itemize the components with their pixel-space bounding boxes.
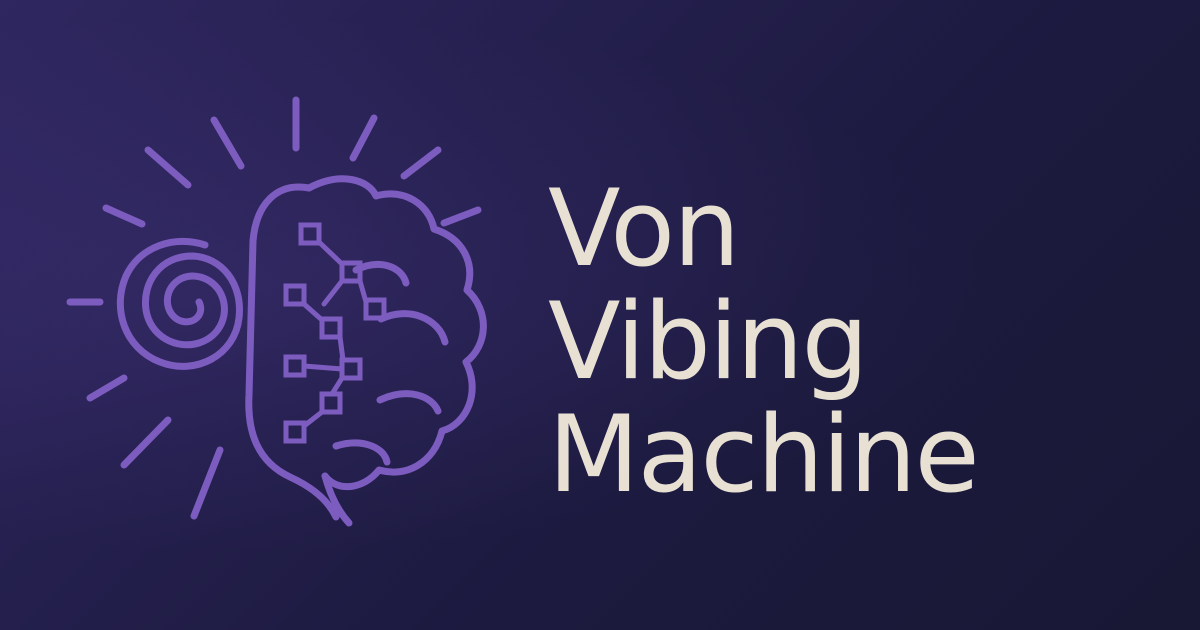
ray-lower-left bbox=[86, 374, 128, 402]
spiral-path bbox=[116, 237, 243, 370]
circuit-link bbox=[337, 334, 346, 363]
circuit-node bbox=[319, 316, 343, 340]
ray-bottom bbox=[190, 446, 224, 520]
brain-folds bbox=[332, 260, 449, 466]
circuit-link bbox=[301, 363, 345, 372]
ray-upper-right bbox=[400, 146, 442, 180]
circuit-node bbox=[319, 391, 343, 415]
ray-top-left bbox=[210, 116, 245, 170]
circuit-link bbox=[301, 409, 325, 429]
circuit-node bbox=[283, 420, 307, 444]
brand-title: Von Vibing Machine bbox=[548, 167, 980, 516]
brain-left-edge bbox=[245, 183, 340, 521]
brain-right-outline bbox=[305, 175, 487, 491]
circuit-node bbox=[283, 283, 307, 307]
title-line-vibing: Vibing bbox=[548, 280, 869, 403]
circuit-node bbox=[298, 222, 322, 246]
ray-top-right bbox=[349, 114, 378, 162]
ray-left-high bbox=[102, 204, 146, 228]
circuit-node bbox=[283, 354, 307, 378]
circuit-pattern bbox=[283, 222, 387, 444]
title-line-machine: Machine bbox=[548, 393, 980, 516]
brain bbox=[245, 175, 487, 527]
ray-upper-left bbox=[144, 146, 192, 189]
title-line-von: Von bbox=[548, 167, 740, 290]
spiral bbox=[116, 237, 243, 370]
circuit-link bbox=[301, 301, 325, 323]
circuit-link bbox=[321, 278, 345, 307]
radiating-rays bbox=[66, 96, 482, 520]
banner: Von Vibing Machine bbox=[0, 0, 1200, 630]
circuit-node bbox=[339, 357, 363, 381]
circuit-link bbox=[316, 239, 345, 267]
ray-bottom-left bbox=[120, 416, 172, 469]
brain-circuit-spiral-icon bbox=[66, 96, 487, 527]
circuit-link bbox=[357, 278, 369, 305]
ray-right bbox=[440, 206, 482, 227]
